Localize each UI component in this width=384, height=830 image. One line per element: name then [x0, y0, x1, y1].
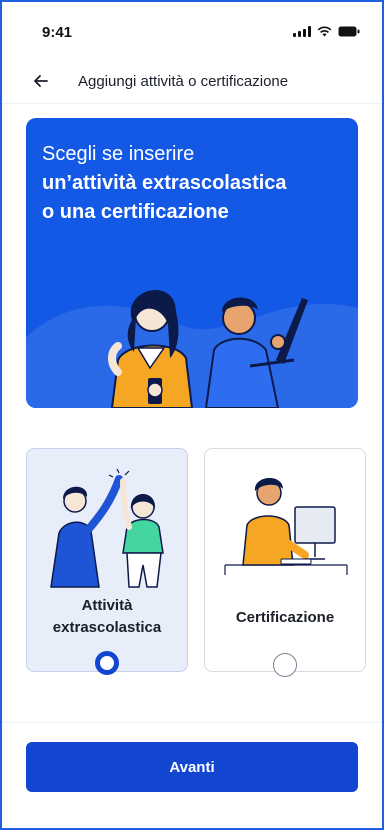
status-icons — [293, 26, 360, 37]
option-label-activity-line2: extrascolastica — [52, 619, 162, 636]
status-time: 9:41 — [42, 24, 73, 41]
app-header: Aggiungi attività o certificazione — [2, 58, 382, 104]
arrow-left-icon — [34, 75, 48, 87]
wifi-icon — [317, 26, 332, 37]
option-card-activity[interactable]: Attività extrascolastica — [26, 448, 188, 675]
back-button[interactable] — [30, 70, 52, 92]
footer-divider — [2, 722, 382, 723]
option-label-activity: Attività extrascolastica — [27, 595, 187, 639]
app-screen: 9:41 Aggiungi attività o certificazione — [0, 0, 384, 830]
option-card-certification[interactable]: Certificazione — [204, 448, 366, 677]
high-five-illustration — [50, 469, 164, 588]
option-label-certification: Certificazione — [235, 609, 335, 626]
status-bar: 9:41 — [2, 2, 382, 54]
hero-banner: Scegli se inserire un’attività extrascol… — [26, 118, 358, 408]
radio-certification[interactable] — [273, 653, 297, 677]
hero-heading: Scegli se inserire un’attività extrascol… — [42, 140, 287, 227]
option-label-activity-line1: Attività — [81, 597, 133, 614]
page-title: Aggiungi attività o certificazione — [78, 73, 289, 90]
next-button[interactable]: Avanti — [26, 742, 358, 792]
battery-icon — [338, 26, 360, 37]
students-illustration — [26, 289, 358, 408]
hero-line-2: un’attività extrascolastica — [42, 172, 287, 194]
computer-user-illustration — [224, 477, 348, 575]
hero-line-1: Scegli se inserire — [42, 143, 195, 165]
radio-activity[interactable] — [95, 651, 119, 675]
hero-line-3: o una certificazione — [42, 201, 229, 223]
signal-icon — [293, 26, 311, 37]
